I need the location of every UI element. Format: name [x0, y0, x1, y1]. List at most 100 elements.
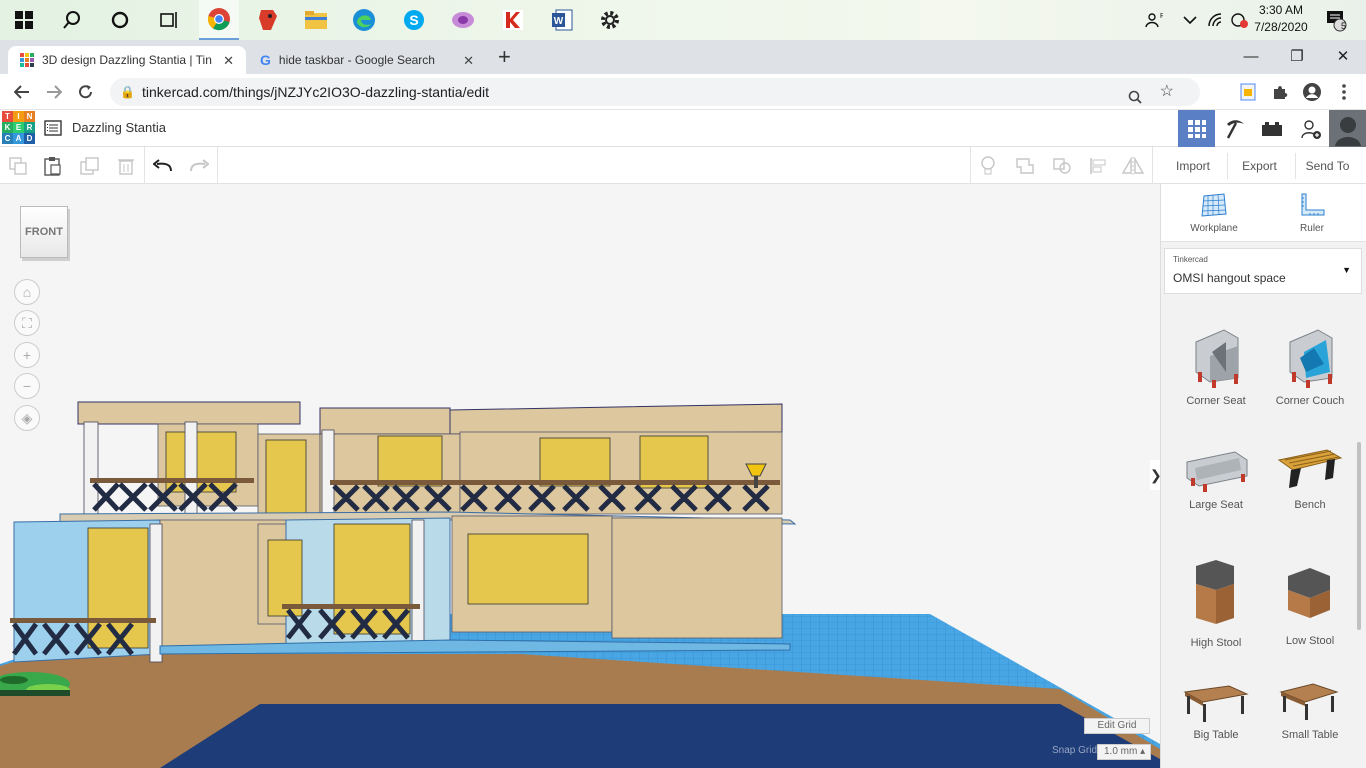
collapse-panel-chevron-icon[interactable]: ❯	[1150, 460, 1160, 490]
shape-low-stool[interactable]: Low Stool	[1263, 562, 1357, 647]
app-red-icon[interactable]	[252, 4, 284, 36]
toolbar-divider	[217, 147, 218, 184]
windows-start-icon[interactable]	[8, 4, 40, 36]
zoom-icon[interactable]	[1128, 85, 1142, 113]
extensions-puzzle-icon[interactable]	[1268, 80, 1292, 104]
people-icon[interactable]: R	[1138, 4, 1170, 36]
lightbulb-icon[interactable]	[977, 155, 999, 177]
chrome-icon[interactable]	[199, 0, 239, 40]
edge-icon[interactable]	[348, 4, 380, 36]
tinkercad-logo[interactable]: T I N K E R C A D	[2, 111, 35, 144]
mirror-icon[interactable]	[1122, 155, 1144, 177]
svg-text:S: S	[409, 12, 418, 28]
zoom-in-icon[interactable]: +	[14, 342, 40, 368]
water-plane	[160, 704, 1160, 768]
shape-high-stool[interactable]: High Stool	[1169, 554, 1263, 649]
big-table-icon	[1183, 685, 1249, 722]
cortana-icon[interactable]	[104, 4, 136, 36]
project-title[interactable]: Dazzling Stantia	[72, 120, 166, 135]
shape-label: High Stool	[1190, 637, 1242, 649]
delete-icon[interactable]	[115, 155, 137, 177]
redo-icon[interactable]	[188, 155, 210, 177]
tab-google-search[interactable]: G hide taskbar - Google Search ✕	[248, 46, 486, 74]
task-view-icon[interactable]	[152, 4, 184, 36]
add-user-icon[interactable]	[1292, 110, 1329, 147]
close-window-icon[interactable]: ✕	[1320, 44, 1366, 68]
fit-view-icon[interactable]: ⛶	[14, 310, 40, 336]
shapes-panel: Workplane Ruler Tinkercad OMSI hangout s…	[1160, 184, 1366, 768]
design-list-icon[interactable]	[44, 120, 62, 141]
high-stool-icon	[1196, 560, 1234, 624]
shape-bench[interactable]: Bench	[1263, 446, 1357, 511]
file-explorer-icon[interactable]	[300, 4, 332, 36]
library-category-label: Tinkercad	[1173, 255, 1208, 264]
3d-view-grid-icon[interactable]	[1178, 110, 1215, 147]
ungroup-icon[interactable]	[1051, 155, 1073, 177]
profile-icon[interactable]	[1300, 80, 1324, 104]
import-button[interactable]: Import	[1163, 153, 1223, 179]
svg-text:R: R	[1160, 13, 1163, 20]
avatar[interactable]	[1329, 110, 1366, 147]
corner-couch-icon	[1289, 329, 1333, 388]
bookmark-star-icon[interactable]: ☆	[1160, 78, 1174, 106]
copy-icon[interactable]	[7, 155, 29, 177]
extension-page-icon[interactable]	[1236, 80, 1260, 104]
skype-icon[interactable]: S	[398, 4, 430, 36]
back-icon[interactable]	[10, 80, 34, 104]
shape-large-seat[interactable]: Large Seat	[1169, 446, 1263, 511]
settings-gear-icon[interactable]	[594, 4, 626, 36]
send-to-button[interactable]: Send To	[1295, 153, 1359, 179]
forward-icon[interactable]	[42, 80, 66, 104]
export-button[interactable]: Export	[1227, 153, 1291, 179]
clock-date: 7/28/2020	[1254, 20, 1308, 34]
restore-icon[interactable]: ❐	[1274, 44, 1320, 68]
ruler-tool[interactable]: Ruler	[1277, 192, 1347, 234]
tab-close-icon[interactable]: ✕	[463, 53, 474, 69]
tab-tinkercad[interactable]: 3D design Dazzling Stantia | Tinkercad ✕	[8, 46, 246, 74]
notifications-icon[interactable]: 5	[1320, 4, 1352, 36]
snap-grid-select[interactable]: 1.0 mm ▴	[1097, 744, 1151, 760]
pickaxe-icon[interactable]	[1216, 110, 1253, 147]
workplane-icon	[1201, 193, 1227, 217]
home-view-icon[interactable]: ⌂	[14, 279, 40, 305]
undo-icon[interactable]	[152, 155, 174, 177]
align-icon[interactable]	[1087, 155, 1109, 177]
edit-grid-button[interactable]: Edit Grid	[1084, 718, 1150, 734]
view-cube[interactable]: FRONT	[20, 206, 68, 258]
3d-viewport[interactable]: FRONT ⌂ ⛶ + − ◈ Edit Grid Snap Grid 1.0 …	[0, 184, 1160, 768]
tinkercad-header: T I N K E R C A D Dazzling Stantia	[0, 110, 1366, 147]
chrome-menu-icon[interactable]	[1332, 80, 1356, 104]
group-icon[interactable]	[1014, 155, 1036, 177]
kaspersky-icon[interactable]	[497, 4, 529, 36]
corner-seat-icon	[1195, 329, 1239, 388]
library-dropdown[interactable]: Tinkercad OMSI hangout space ▼	[1164, 248, 1362, 294]
workplane-tool[interactable]: Workplane	[1179, 192, 1249, 234]
logo-letter: R	[24, 122, 35, 133]
edit-toolbar: Import Export Send To	[0, 147, 1366, 184]
app-purple-icon[interactable]	[447, 4, 479, 36]
duplicate-icon[interactable]	[79, 155, 101, 177]
paste-icon[interactable]	[42, 155, 64, 177]
shape-corner-couch[interactable]: Corner Couch	[1263, 322, 1357, 407]
new-tab-icon[interactable]: +	[498, 46, 511, 68]
url-field[interactable]: 🔒 tinkercad.com/things/jNZJYc2IO3O-dazzl…	[110, 78, 1200, 106]
zoom-out-icon[interactable]: −	[14, 373, 40, 399]
perspective-icon[interactable]: ◈	[14, 405, 40, 431]
bricks-icon[interactable]	[1253, 110, 1290, 147]
minimize-icon[interactable]: —	[1228, 44, 1274, 68]
shape-corner-seat[interactable]: Corner Seat	[1169, 322, 1263, 407]
word-icon[interactable]: W	[546, 4, 578, 36]
shape-small-table[interactable]: Small Table	[1263, 682, 1357, 741]
shape-big-table[interactable]: Big Table	[1169, 682, 1263, 741]
windows-taskbar: S W R 3:30 AM 7/28/2020 5	[0, 0, 1366, 40]
bench-icon	[1277, 449, 1343, 488]
low-stool-icon	[1288, 568, 1330, 618]
tinkercad-favicon-icon	[20, 53, 34, 67]
tab-close-icon[interactable]: ✕	[223, 53, 234, 69]
search-icon[interactable]	[56, 4, 88, 36]
clock[interactable]: 3:30 AM 7/28/2020	[1246, 2, 1316, 36]
sidebar-scrollbar[interactable]	[1357, 442, 1361, 630]
logo-letter: C	[2, 133, 13, 144]
reload-icon[interactable]	[74, 80, 98, 104]
logo-letter: E	[13, 122, 24, 133]
